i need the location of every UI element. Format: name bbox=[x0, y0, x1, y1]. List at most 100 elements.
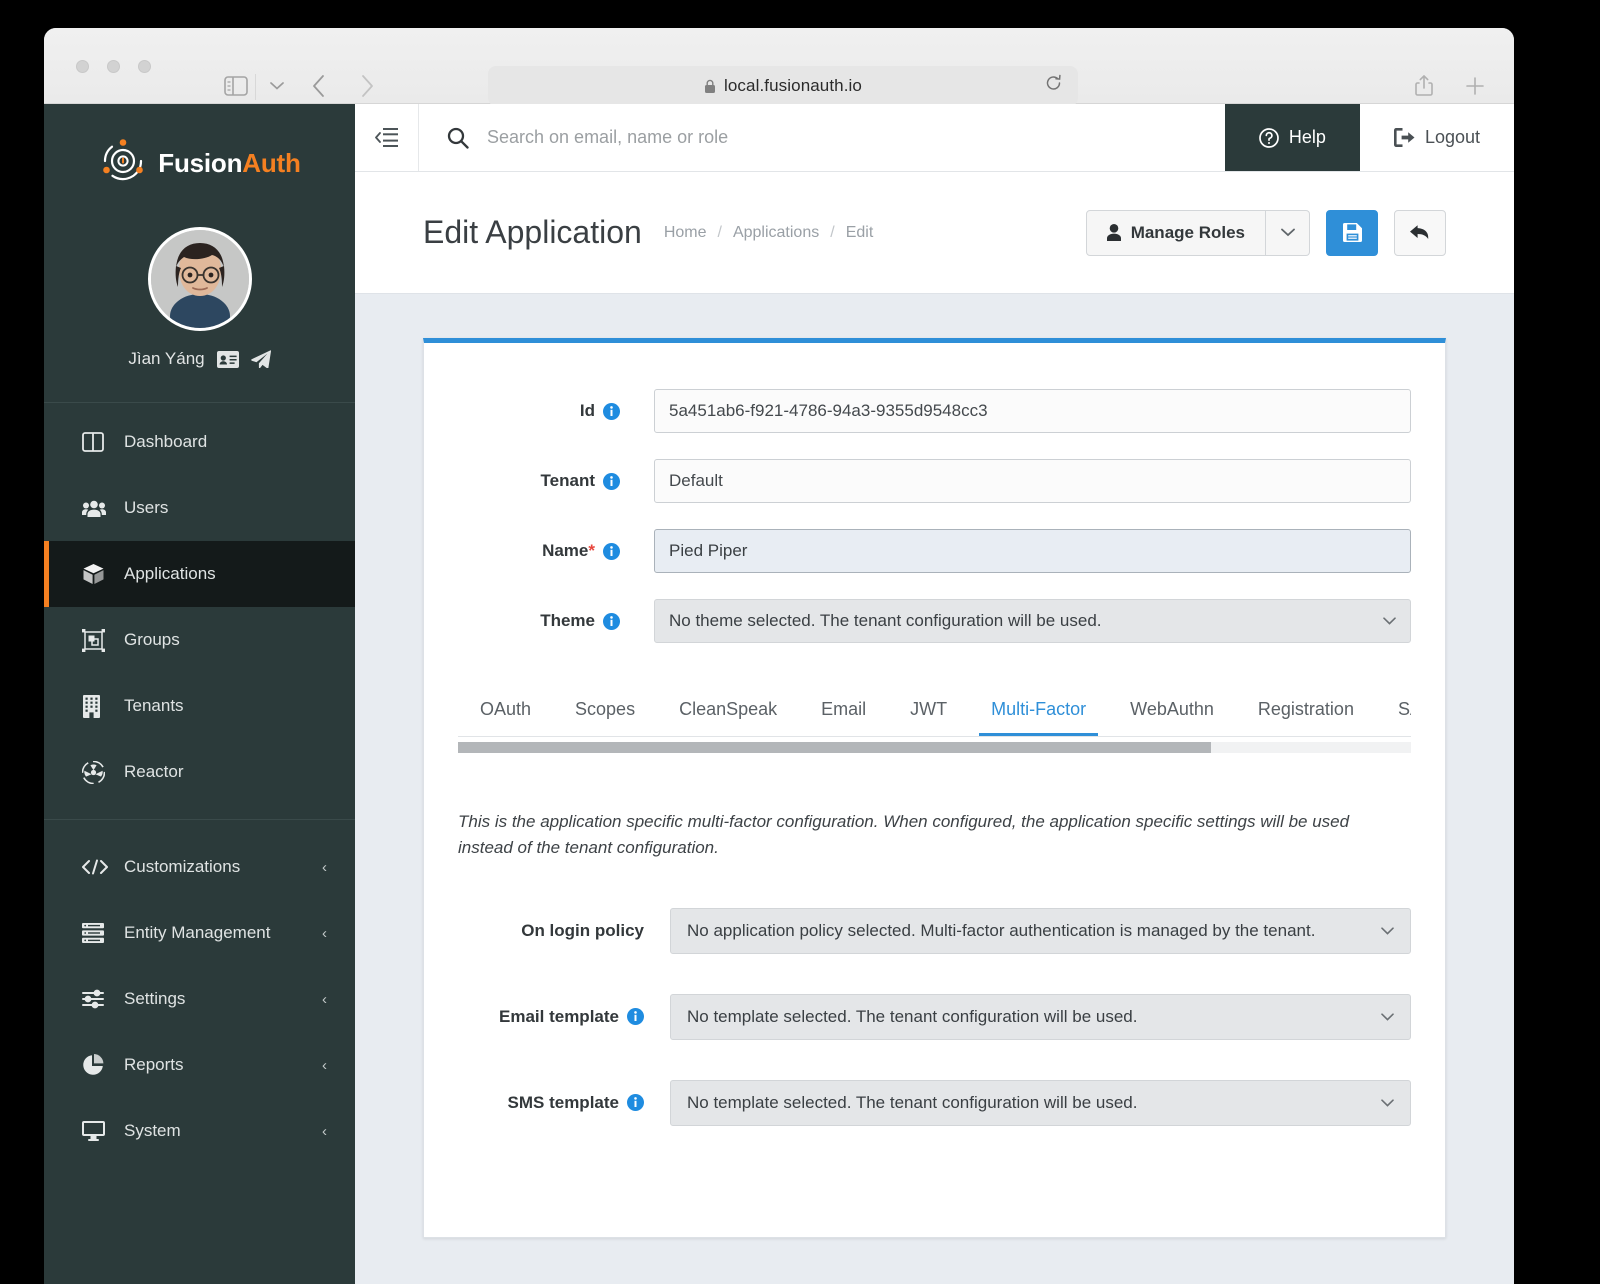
sidebar-item-label: Groups bbox=[124, 630, 180, 649]
address-bar[interactable]: local.fusionauth.io bbox=[488, 66, 1078, 106]
info-icon[interactable] bbox=[603, 402, 620, 420]
label-text: Tenant bbox=[540, 471, 595, 490]
on-login-policy-select[interactable]: No application policy selected. Multi-fa… bbox=[670, 907, 1411, 954]
chevron-down-icon bbox=[1381, 1013, 1394, 1021]
paper-plane-icon[interactable] bbox=[250, 350, 271, 368]
sms-template-select[interactable]: No template selected. The tenant configu… bbox=[670, 1079, 1411, 1126]
sidebar-nav-primary: Dashboard Users Applications Groups Tena… bbox=[44, 403, 355, 811]
tab-jwt[interactable]: JWT bbox=[888, 699, 969, 736]
chevron-down-icon[interactable] bbox=[270, 82, 284, 91]
chevron-left-icon: ‹ bbox=[322, 1122, 327, 1140]
monitor-icon bbox=[82, 1121, 112, 1141]
theme-select-value: No theme selected. The tenant configurat… bbox=[669, 611, 1102, 630]
tab-multi-factor[interactable]: Multi-Factor bbox=[969, 699, 1108, 736]
mfa-row-on-login-policy: On login policy No application policy se… bbox=[458, 907, 1411, 954]
tab-email[interactable]: Email bbox=[799, 699, 888, 736]
info-icon[interactable] bbox=[603, 472, 620, 490]
forward-arrow-icon[interactable] bbox=[360, 74, 374, 98]
theme-select[interactable]: No theme selected. The tenant configurat… bbox=[654, 599, 1411, 643]
sidebar-item-system[interactable]: System ‹ bbox=[44, 1098, 355, 1164]
tab-cleanspeak[interactable]: CleanSpeak bbox=[657, 699, 799, 736]
sidebar-item-label: Reports bbox=[124, 1055, 184, 1074]
top-navbar: Help Logout bbox=[355, 104, 1514, 172]
label-text: Theme bbox=[540, 611, 595, 630]
menu-collapse-icon[interactable] bbox=[355, 104, 419, 171]
close-window-button[interactable] bbox=[76, 60, 89, 73]
breadcrumb-separator: / bbox=[717, 223, 722, 241]
sidebar-item-settings[interactable]: Settings ‹ bbox=[44, 966, 355, 1032]
id-card-icon[interactable] bbox=[216, 350, 239, 368]
breadcrumb-home[interactable]: Home bbox=[664, 224, 707, 242]
tabs-scrollbar[interactable] bbox=[458, 742, 1411, 753]
breadcrumb-applications[interactable]: Applications bbox=[733, 224, 819, 242]
question-circle-icon bbox=[1259, 127, 1279, 148]
global-search[interactable] bbox=[419, 104, 1225, 171]
info-icon[interactable] bbox=[603, 542, 620, 560]
tab-scopes[interactable]: Scopes bbox=[553, 699, 657, 736]
chevron-left-icon: ‹ bbox=[322, 990, 327, 1008]
multi-factor-panel: This is the application specific multi-f… bbox=[424, 753, 1445, 1126]
main-area: Help Logout Edit Application Home / Appl… bbox=[355, 104, 1514, 1284]
sidebar-item-entity-management[interactable]: Entity Management ‹ bbox=[44, 900, 355, 966]
tenant-field[interactable]: Default bbox=[654, 459, 1411, 503]
id-field[interactable]: 5a451ab6-f921-4786-94a3-9355d9548cc3 bbox=[654, 389, 1411, 433]
cancel-button[interactable] bbox=[1394, 209, 1446, 256]
mfa-row-email-template: Email template No template selected. The… bbox=[458, 993, 1411, 1040]
sidebar-item-label: Settings bbox=[124, 989, 186, 1008]
breadcrumb-edit[interactable]: Edit bbox=[846, 224, 874, 242]
brand-second: Auth bbox=[242, 148, 301, 178]
save-button[interactable] bbox=[1326, 209, 1378, 256]
chevron-left-icon: ‹ bbox=[322, 924, 327, 942]
sidebar-item-groups[interactable]: Groups bbox=[44, 607, 355, 673]
info-icon[interactable] bbox=[627, 1008, 644, 1026]
email-template-select[interactable]: No template selected. The tenant configu… bbox=[670, 993, 1411, 1040]
tabs-scrollbar-thumb[interactable] bbox=[458, 742, 1211, 753]
manage-roles-label: Manage Roles bbox=[1130, 222, 1245, 242]
tab-oauth[interactable]: OAuth bbox=[458, 699, 553, 736]
sidebar-item-customizations[interactable]: Customizations ‹ bbox=[44, 834, 355, 900]
sidebar-item-users[interactable]: Users bbox=[44, 475, 355, 541]
tab-registration[interactable]: Registration bbox=[1236, 699, 1376, 736]
sidebar-item-dashboard[interactable]: Dashboard bbox=[44, 409, 355, 475]
reload-icon[interactable] bbox=[1045, 74, 1062, 98]
tabs-container: OAuth Scopes CleanSpeak Email JWT Multi-… bbox=[424, 699, 1445, 753]
manage-roles-dropdown-toggle[interactable] bbox=[1266, 209, 1310, 256]
tab-webauthn[interactable]: WebAuthn bbox=[1108, 699, 1236, 736]
sidebar: FusionAuth Jìan Yáng Dashboard Users App… bbox=[44, 104, 355, 1284]
help-button[interactable]: Help bbox=[1224, 104, 1360, 171]
manage-roles-button[interactable]: Manage Roles bbox=[1085, 209, 1266, 256]
sms-template-value: No template selected. The tenant configu… bbox=[687, 1092, 1138, 1112]
brand-logo[interactable]: FusionAuth bbox=[44, 104, 355, 191]
back-arrow-icon[interactable] bbox=[312, 74, 326, 98]
sidebar-item-applications[interactable]: Applications bbox=[44, 541, 355, 607]
name-field[interactable]: Pied Piper bbox=[654, 529, 1411, 573]
mfa-label-on-login-policy: On login policy bbox=[458, 921, 670, 941]
info-icon[interactable] bbox=[627, 1094, 644, 1112]
sidebar-item-reactor[interactable]: Reactor bbox=[44, 739, 355, 805]
tab-saml[interactable]: SAML bbox=[1376, 699, 1411, 736]
reactor-icon bbox=[82, 760, 112, 784]
user-name: Jìan Yáng bbox=[128, 349, 205, 368]
breadcrumb-separator: / bbox=[830, 223, 835, 241]
search-input[interactable] bbox=[487, 127, 1225, 148]
sidebar-nav-divider bbox=[44, 819, 355, 820]
sidebar-item-label: Reactor bbox=[124, 762, 184, 781]
avatar[interactable] bbox=[147, 227, 252, 331]
maximize-window-button[interactable] bbox=[138, 60, 151, 73]
sidebar-toggle-icon[interactable] bbox=[224, 76, 248, 96]
mfa-label-email-template: Email template bbox=[458, 1007, 670, 1027]
sidebar-item-tenants[interactable]: Tenants bbox=[44, 673, 355, 739]
groups-icon bbox=[82, 628, 112, 652]
chevron-down-icon bbox=[1381, 1099, 1394, 1107]
info-icon[interactable] bbox=[603, 612, 620, 630]
sidebar-item-reports[interactable]: Reports ‹ bbox=[44, 1032, 355, 1098]
on-login-policy-value: No application policy selected. Multi-fa… bbox=[687, 920, 1316, 940]
share-icon[interactable] bbox=[1414, 74, 1434, 98]
plus-icon[interactable] bbox=[1464, 75, 1486, 97]
minimize-window-button[interactable] bbox=[107, 60, 120, 73]
users-icon bbox=[82, 499, 112, 518]
browser-window: local.fusionauth.io FusionAuth Jìan Yáng… bbox=[44, 28, 1514, 1284]
server-icon bbox=[82, 923, 112, 943]
logout-button[interactable]: Logout bbox=[1359, 104, 1514, 171]
box-icon bbox=[82, 563, 112, 586]
